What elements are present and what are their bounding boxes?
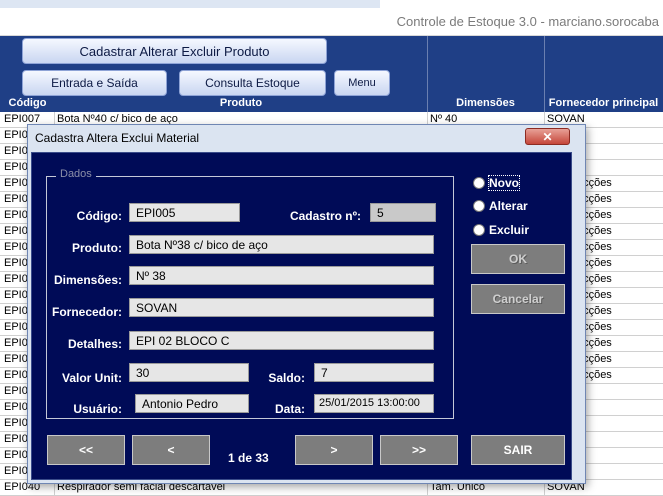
prev-record-button[interactable]: < xyxy=(132,435,210,465)
dimensoes-label: Dimensões: xyxy=(53,273,122,287)
title-bar: Controle de Estoque 3.0 - marciano.soroc… xyxy=(0,0,663,36)
column-header-fornecedor[interactable]: Fornecedor principal xyxy=(544,97,663,109)
excel-window: Controle de Estoque 3.0 - marciano.soroc… xyxy=(0,0,663,496)
dimensoes-field[interactable]: Nº 38 xyxy=(129,266,434,285)
data-field[interactable]: 25/01/2015 13:00:00 xyxy=(314,394,434,413)
codigo-field[interactable]: EPI005 xyxy=(129,203,240,222)
radio-novo[interactable]: Novo xyxy=(473,175,520,191)
dialog-body: Dados Código: EPI005 Cadastro nº: 5 Prod… xyxy=(31,152,572,480)
column-header-dimensoes[interactable]: Dimensões xyxy=(427,97,544,109)
last-record-button[interactable]: >> xyxy=(380,435,458,465)
cadastro-label: Cadastro nº: xyxy=(289,209,361,223)
cadastro-field[interactable]: 5 xyxy=(370,203,436,222)
usuario-label: Usuário: xyxy=(73,402,122,416)
radio-alterar[interactable]: Alterar xyxy=(473,198,528,214)
sair-button[interactable]: SAIR xyxy=(471,435,565,465)
radio-excluir[interactable]: Excluir xyxy=(473,222,529,238)
radio-excluir-label: Excluir xyxy=(489,223,530,237)
codigo-label: Código: xyxy=(76,209,122,223)
usuario-field[interactable]: Antonio Pedro xyxy=(135,394,249,413)
close-button[interactable]: ✕ xyxy=(525,128,570,145)
record-pager: 1 de 33 xyxy=(228,451,269,465)
material-dialog: Cadastra Altera Exclui Material ✕ Dados … xyxy=(27,124,586,484)
radio-novo-label: Novo xyxy=(488,175,520,191)
radio-alterar-label: Alterar xyxy=(489,199,528,213)
detalhes-field[interactable]: EPI 02 BLOCO C xyxy=(129,331,434,350)
valor-unit-field[interactable]: 30 xyxy=(129,363,249,382)
produto-field[interactable]: Bota Nº38 c/ bico de aço xyxy=(129,235,434,254)
dialog-title: Cadastra Altera Exclui Material xyxy=(35,131,200,145)
radio-dot-icon xyxy=(473,177,485,189)
detalhes-label: Detalhes: xyxy=(67,337,122,351)
close-icon: ✕ xyxy=(542,129,553,144)
column-headers: Código Produto Dimensões Fornecedor prin… xyxy=(0,97,663,112)
first-record-button[interactable]: << xyxy=(47,435,125,465)
entrada-saida-button[interactable]: Entrada e Saída xyxy=(22,70,167,96)
saldo-field[interactable]: 7 xyxy=(314,363,434,382)
data-label: Data: xyxy=(274,402,305,416)
radio-dot-icon xyxy=(473,200,485,212)
saldo-label: Saldo: xyxy=(268,371,305,385)
radio-dot-icon xyxy=(473,224,485,236)
dados-legend: Dados xyxy=(56,168,96,180)
ok-button[interactable]: OK xyxy=(471,244,565,274)
consulta-estoque-button[interactable]: Consulta Estoque xyxy=(179,70,326,96)
produto-label: Produto: xyxy=(72,241,122,255)
column-header-codigo[interactable]: Código xyxy=(0,97,55,109)
column-header-produto[interactable]: Produto xyxy=(55,97,427,109)
menu-button[interactable]: Menu xyxy=(334,70,390,96)
window-title: Controle de Estoque 3.0 - marciano.soroc… xyxy=(396,14,659,29)
fornecedor-label: Fornecedor: xyxy=(51,305,122,319)
formula-strip xyxy=(0,0,380,8)
cadastrar-produto-button[interactable]: Cadastrar Alterar Excluir Produto xyxy=(22,38,327,64)
fornecedor-field[interactable]: SOVAN xyxy=(129,298,434,317)
next-record-button[interactable]: > xyxy=(295,435,373,465)
cancelar-button[interactable]: Cancelar xyxy=(471,284,565,314)
valor-unit-label: Valor Unit: xyxy=(61,371,122,385)
